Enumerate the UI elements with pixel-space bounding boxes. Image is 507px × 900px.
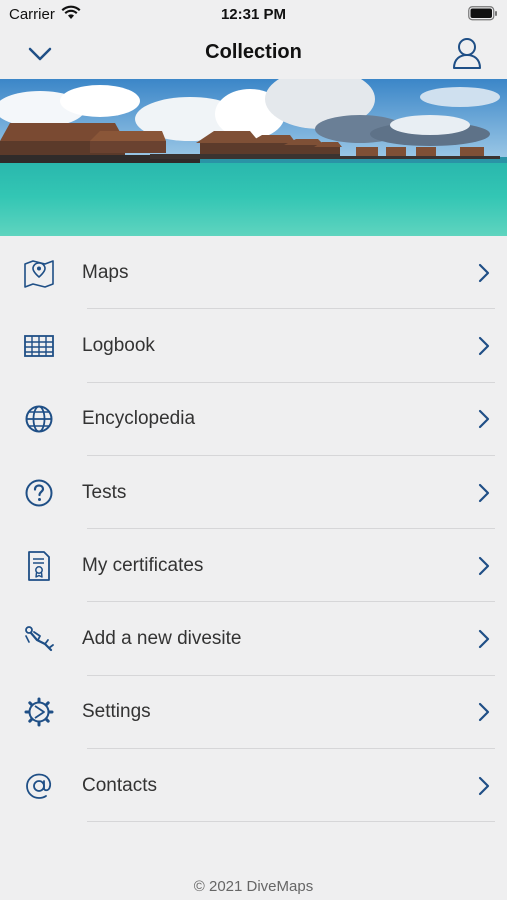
chevron-right-icon (477, 409, 491, 429)
globe-icon (22, 402, 56, 436)
copyright-footer: © 2021 DiveMaps (193, 878, 314, 895)
chevron-right-icon (477, 336, 491, 356)
battery-icon (468, 6, 498, 25)
hero-image (0, 79, 507, 236)
profile-icon[interactable] (451, 36, 483, 70)
menu-item-contacts[interactable]: Contacts (0, 749, 507, 823)
menu-item-label: Contacts (82, 774, 157, 796)
menu-item-label: Tests (82, 481, 127, 503)
clock: 12:31 PM (220, 6, 287, 23)
chevron-right-icon (477, 702, 491, 722)
at-icon (22, 769, 56, 803)
divider (87, 821, 495, 823)
menu-item-label: Encyclopedia (82, 408, 196, 430)
map-icon (22, 256, 56, 290)
page-title: Collection (205, 41, 302, 63)
question-icon (22, 476, 56, 510)
menu-item-logbook[interactable]: Logbook (0, 309, 507, 383)
gear-icon (22, 695, 56, 729)
menu-item-my-certificates[interactable]: My certificates (0, 529, 507, 603)
menu-item-tests[interactable]: Tests (0, 456, 507, 530)
chevron-right-icon (477, 556, 491, 576)
menu-item-add-divesite[interactable]: Add a new divesite (0, 602, 507, 676)
chevron-right-icon (477, 483, 491, 503)
chevron-right-icon (477, 263, 491, 283)
menu-item-label: Add a new divesite (82, 628, 242, 650)
menu-item-encyclopedia[interactable]: Encyclopedia (0, 383, 507, 456)
diver-icon (22, 622, 56, 656)
logbook-icon (22, 329, 56, 363)
menu-item-maps[interactable]: Maps (0, 236, 507, 310)
menu-item-label: My certificates (82, 554, 204, 576)
menu-item-label: Logbook (82, 334, 155, 356)
menu-list: Maps Logbook Encyclopedia Tests My certi… (0, 236, 507, 823)
menu-item-label: Maps (82, 261, 129, 283)
chevron-right-icon (477, 776, 491, 796)
chevron-right-icon (477, 629, 491, 649)
certificate-icon (22, 549, 56, 583)
navigation-bar: Collection (0, 28, 507, 78)
menu-item-label: Settings (82, 701, 151, 723)
menu-item-settings[interactable]: Settings (0, 676, 507, 750)
status-bar: Carrier 12:31 PM (0, 0, 507, 28)
